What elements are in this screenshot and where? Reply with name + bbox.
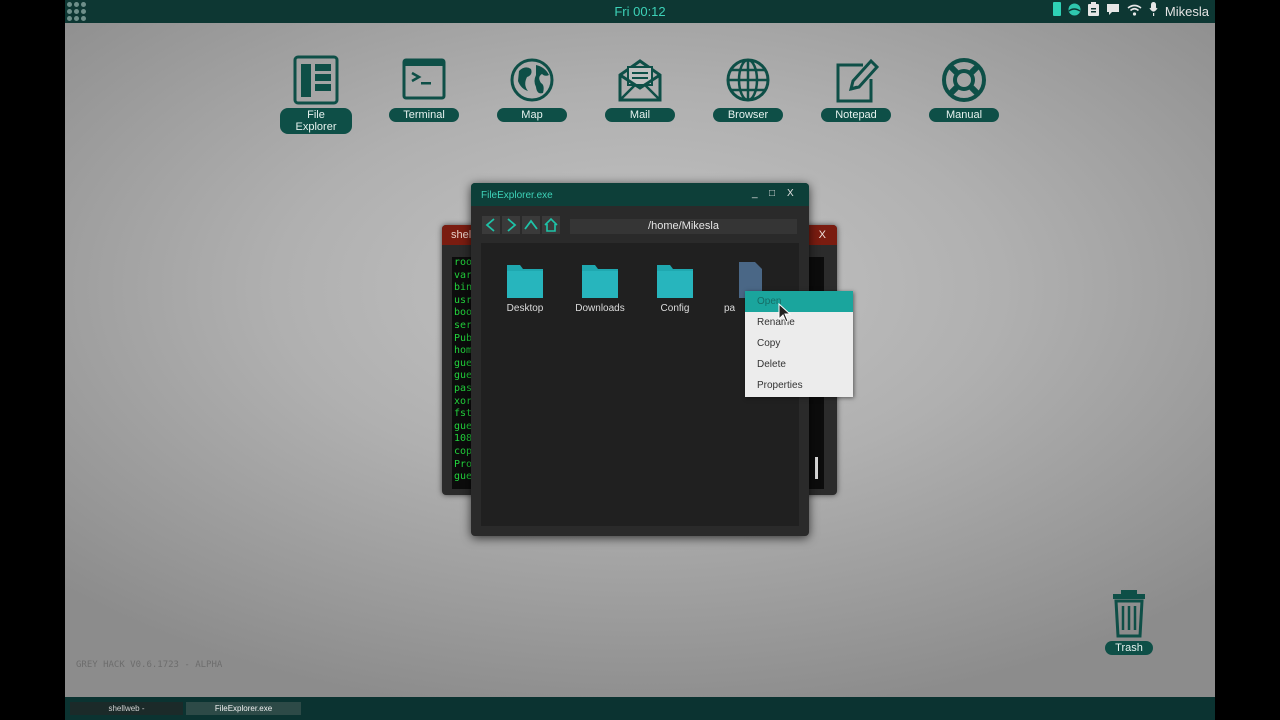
desktop-icon-trash[interactable]: Trash bbox=[1099, 588, 1159, 656]
network-ball-icon[interactable] bbox=[1068, 3, 1081, 21]
context-menu-open[interactable]: Open bbox=[745, 291, 853, 312]
system-tray: Mikesla bbox=[1052, 2, 1209, 21]
file-explorer-titlebar[interactable]: FileExplorer.exe _ □ X bbox=[471, 183, 809, 206]
desktop-icon-mail[interactable]: Mail bbox=[604, 55, 676, 123]
desktop-icon-label: Notepad bbox=[821, 108, 891, 122]
context-menu-rename[interactable]: Rename bbox=[745, 312, 853, 333]
lifebuoy-icon bbox=[942, 58, 986, 102]
shell-close-button[interactable]: X bbox=[819, 229, 826, 241]
chat-icon[interactable] bbox=[1106, 3, 1120, 21]
maximize-button[interactable]: □ bbox=[769, 188, 775, 199]
desktop-icon-file-explorer[interactable]: File Explorer bbox=[280, 55, 352, 135]
up-button[interactable] bbox=[522, 216, 540, 234]
folder-icon bbox=[582, 265, 618, 298]
close-button[interactable]: X bbox=[787, 188, 794, 199]
desktop-icon-label: Mail bbox=[605, 108, 675, 122]
back-button[interactable] bbox=[482, 216, 500, 234]
context-menu-copy[interactable]: Copy bbox=[745, 333, 853, 354]
folder-label: Config bbox=[660, 303, 690, 314]
forward-button[interactable] bbox=[502, 216, 520, 234]
folder-label: Downloads bbox=[575, 303, 625, 314]
top-bar: Fri 00:12 Mikesla bbox=[65, 0, 1215, 23]
desktop-icon-label: Browser bbox=[713, 108, 783, 122]
path-bar[interactable]: /home/Mikesla bbox=[570, 219, 797, 234]
trash-label: Trash bbox=[1105, 641, 1153, 655]
clock: Fri 00:12 bbox=[614, 4, 666, 19]
desktop-icon-label: File Explorer bbox=[280, 108, 352, 134]
mouse-cursor-icon bbox=[778, 303, 792, 323]
trash-icon bbox=[1113, 590, 1145, 638]
arrow-right-icon bbox=[507, 218, 517, 232]
file-explorer-title: FileExplorer.exe bbox=[481, 190, 553, 201]
desktop-icon-manual[interactable]: Manual bbox=[928, 55, 1000, 123]
context-menu-delete[interactable]: Delete bbox=[745, 354, 853, 375]
microphone-icon[interactable] bbox=[1149, 2, 1158, 21]
arrow-up-icon bbox=[524, 219, 538, 230]
desktop-icon-label: Manual bbox=[929, 108, 999, 122]
version-text: GREY HACK V0.6.1723 - ALPHA bbox=[76, 660, 223, 670]
terminal-icon bbox=[402, 58, 446, 100]
context-menu-properties[interactable]: Properties bbox=[745, 375, 853, 396]
username[interactable]: Mikesla bbox=[1165, 4, 1209, 19]
desktop-icon-label: Terminal bbox=[389, 108, 459, 122]
taskbar-item-file-explorer[interactable]: FileExplorer.exe bbox=[186, 702, 301, 715]
folder-icon bbox=[507, 265, 543, 298]
home-button[interactable] bbox=[542, 216, 560, 234]
desktop: Fri 00:12 Mikesla File Explorer Terminal… bbox=[65, 0, 1215, 720]
minimize-button[interactable]: _ bbox=[752, 188, 758, 199]
desktop-icon-label: Map bbox=[497, 108, 567, 122]
taskbar-item-shellweb[interactable]: shellweb - bbox=[70, 702, 183, 715]
folder-label: Desktop bbox=[506, 303, 544, 314]
home-icon bbox=[544, 217, 558, 232]
scrollbar-thumb[interactable] bbox=[815, 457, 818, 479]
desktop-icon-map[interactable]: Map bbox=[496, 55, 568, 123]
context-menu: Open Rename Copy Delete Properties bbox=[745, 291, 853, 397]
folder-icon bbox=[657, 265, 693, 298]
taskbar: shellweb - FileExplorer.exe bbox=[65, 697, 1215, 720]
folder-item[interactable]: Desktop bbox=[490, 261, 560, 314]
arrow-left-icon bbox=[485, 218, 495, 232]
notepad-icon bbox=[836, 58, 879, 103]
desktop-icon-browser[interactable]: Browser bbox=[712, 55, 784, 123]
browser-icon bbox=[726, 58, 770, 102]
folder-item[interactable]: Config bbox=[640, 261, 710, 314]
folder-item[interactable]: Downloads bbox=[565, 261, 635, 314]
desktop-icon-notepad[interactable]: Notepad bbox=[820, 55, 892, 123]
clipboard-icon[interactable] bbox=[1087, 2, 1099, 21]
battery-icon[interactable] bbox=[1052, 2, 1061, 21]
wifi-icon[interactable] bbox=[1127, 3, 1142, 21]
mail-icon bbox=[618, 59, 662, 102]
desktop-icon-terminal[interactable]: Terminal bbox=[388, 55, 460, 123]
file-explorer-icon bbox=[293, 55, 339, 105]
globe-icon bbox=[510, 58, 554, 102]
